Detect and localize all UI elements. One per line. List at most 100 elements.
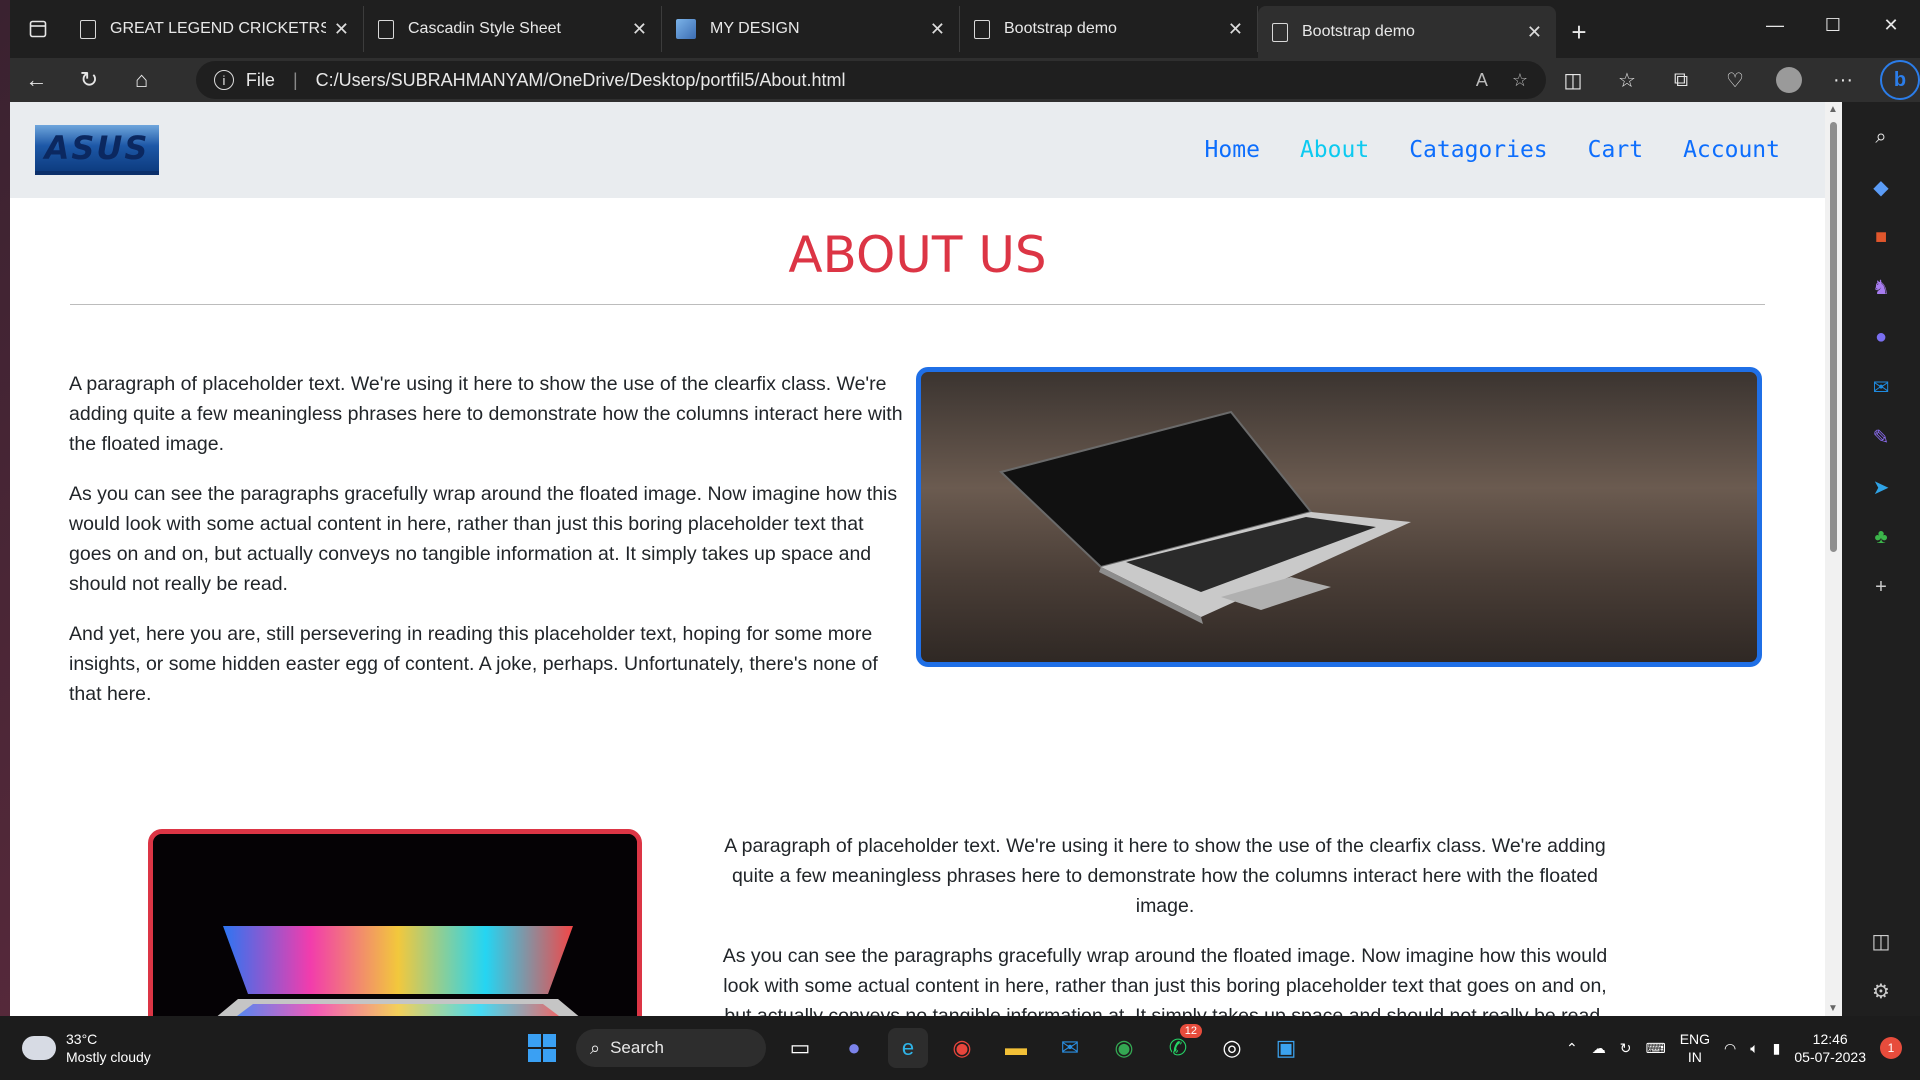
close-icon[interactable]: ✕ xyxy=(930,19,945,40)
shopping-tag-icon[interactable]: ◆ xyxy=(1861,167,1901,207)
taskbar-search[interactable]: ⌕ Search xyxy=(576,1029,766,1067)
language-indicator[interactable]: ENG IN xyxy=(1680,1030,1710,1066)
chrome-icon[interactable]: ◉ xyxy=(942,1028,982,1068)
tab-4-active[interactable]: Bootstrap demo ✕ xyxy=(1258,6,1556,58)
paragraph: A paragraph of placeholder text. We're u… xyxy=(724,835,1606,917)
system-tray: ⌃ ☁ ↻ ⌨ ENG IN ◠ 🔈︎ ▮ 12:46 05-07-2023 1 xyxy=(1566,1016,1902,1080)
add-icon[interactable]: + xyxy=(1861,567,1901,607)
address-bar: ← ↻ ⌂ i File | C:/Users/SUBRAHMANYAM/One… xyxy=(10,58,1920,102)
camera-icon[interactable]: ◎ xyxy=(1212,1028,1252,1068)
tab-bar: GREAT LEGEND CRICKETRS ✕ Cascadin Style … xyxy=(10,0,1920,58)
url-text[interactable]: C:/Users/SUBRAHMANYAM/OneDrive/Desktop/p… xyxy=(316,70,1452,91)
chevron-up-icon[interactable]: ⌃ xyxy=(1566,1040,1578,1057)
home-button[interactable]: ⌂ xyxy=(115,58,168,102)
close-window-button[interactable]: ✕ xyxy=(1862,0,1920,50)
task-view-icon[interactable]: ▭ xyxy=(780,1028,820,1068)
scroll-down-icon[interactable]: ▼ xyxy=(1828,1003,1838,1014)
whatsapp-badge: 12 xyxy=(1179,1024,1202,1038)
brand-logo[interactable]: ASUS xyxy=(35,125,159,175)
tab-title: Cascadin Style Sheet xyxy=(408,20,561,37)
whatsapp-icon[interactable]: ✆ 12 xyxy=(1158,1024,1202,1068)
minimize-button[interactable]: — xyxy=(1746,0,1804,50)
nav-about[interactable]: About xyxy=(1300,137,1369,163)
about-section-2: A paragraph of placeholder text. We're u… xyxy=(10,725,1825,1016)
tools-icon[interactable]: ■ xyxy=(1861,217,1901,257)
windows-logo-icon xyxy=(528,1034,556,1062)
page-icon xyxy=(80,19,96,39)
omnibox[interactable]: i File | C:/Users/SUBRAHMANYAM/OneDrive/… xyxy=(195,61,1546,99)
start-button[interactable] xyxy=(522,1028,562,1068)
read-aloud-icon[interactable]: A xyxy=(1476,70,1488,91)
battery-icon[interactable]: ▮ xyxy=(1773,1040,1781,1057)
laptop-image-silver xyxy=(916,367,1762,667)
edge-icon[interactable]: e xyxy=(888,1028,928,1068)
windows-taskbar: 33°C Mostly cloudy ⌕ Search ▭ ● e ◉ ▬ ✉ … xyxy=(0,1016,1920,1080)
info-icon[interactable]: i xyxy=(213,70,234,90)
tab-3[interactable]: Bootstrap demo ✕ xyxy=(960,6,1258,52)
copilot-icon[interactable]: ● xyxy=(1861,317,1901,357)
scroll-up-icon[interactable]: ▲ xyxy=(1828,104,1838,115)
scheme-label: File xyxy=(245,69,275,90)
notification-badge[interactable]: 1 xyxy=(1880,1037,1902,1059)
teams-chat-icon[interactable]: ● xyxy=(834,1028,874,1068)
onedrive-icon[interactable]: ☁ xyxy=(1592,1040,1606,1057)
nav-home[interactable]: Home xyxy=(1205,137,1260,163)
page-icon xyxy=(1272,22,1288,42)
page-viewport: ASUS Home About Catagories Cart Account … xyxy=(10,102,1825,1016)
split-screen-icon[interactable]: ◫ xyxy=(1546,58,1600,102)
keyboard-icon[interactable]: ⌨ xyxy=(1645,1040,1665,1057)
send-icon[interactable]: ➤ xyxy=(1861,467,1901,507)
close-icon[interactable]: ✕ xyxy=(1228,19,1243,40)
close-icon[interactable]: ✕ xyxy=(334,19,349,40)
bing-chat-icon[interactable]: b xyxy=(1880,60,1920,100)
mail-icon[interactable]: ✉ xyxy=(1050,1028,1090,1068)
back-button[interactable]: ← xyxy=(10,58,63,102)
nav-account[interactable]: Account xyxy=(1683,137,1780,163)
paragraph: As you can see the paragraphs gracefully… xyxy=(722,945,1608,1016)
scrollbar-thumb[interactable] xyxy=(1830,122,1837,552)
page-icon xyxy=(974,19,990,39)
tab-0[interactable]: GREAT LEGEND CRICKETRS ✕ xyxy=(66,6,364,52)
more-menu-icon[interactable]: ··· xyxy=(1816,58,1870,102)
nav-catagories[interactable]: Catagories xyxy=(1409,137,1547,163)
favorites-icon[interactable]: ☆ xyxy=(1600,58,1654,102)
new-tab-button[interactable]: + xyxy=(1556,6,1602,58)
nav-cart[interactable]: Cart xyxy=(1588,137,1643,163)
drop-icon[interactable]: ✎ xyxy=(1861,417,1901,457)
search-label: Search xyxy=(610,1038,664,1057)
photos-icon[interactable]: ▣ xyxy=(1266,1028,1306,1068)
close-icon[interactable]: ✕ xyxy=(632,19,647,40)
refresh-button[interactable]: ↻ xyxy=(63,58,116,102)
volume-icon[interactable]: 🔈︎ xyxy=(1750,1040,1758,1057)
weather-widget[interactable]: 33°C Mostly cloudy xyxy=(22,1028,151,1066)
clock[interactable]: 12:46 05-07-2023 xyxy=(1794,1030,1866,1066)
file-explorer-icon[interactable]: ▬ xyxy=(996,1028,1036,1068)
tree-icon[interactable]: ♣ xyxy=(1861,517,1901,557)
page-title: ABOUT US xyxy=(788,226,1047,284)
about-section-1: A paragraph of placeholder text. We're u… xyxy=(10,305,1825,725)
outlook-icon[interactable]: ✉ xyxy=(1861,367,1901,407)
window-controls: — ☐ ✕ xyxy=(1746,0,1920,50)
search-icon[interactable]: ⌕ xyxy=(1861,117,1901,157)
tab-1[interactable]: Cascadin Style Sheet ✕ xyxy=(364,6,662,52)
profile-avatar[interactable] xyxy=(1776,67,1802,93)
weather-condition: Mostly cloudy xyxy=(66,1049,151,1065)
hide-sidebar-icon[interactable]: ◫ xyxy=(1861,921,1901,961)
clock-date: 05-07-2023 xyxy=(1794,1049,1866,1065)
favorite-star-icon[interactable]: ☆ xyxy=(1512,70,1528,91)
edge-sidebar: ⌕ ◆ ■ ♞ ● ✉ ✎ ➤ ♣ + ◫ ⚙ xyxy=(1842,102,1920,1016)
page-scrollbar[interactable]: ▲ ▼ xyxy=(1825,102,1842,1016)
browser-toolbar: ◫ ☆ ⧉ ♡ ··· b xyxy=(1546,58,1920,102)
tab-actions-button[interactable] xyxy=(10,0,66,58)
wifi-icon[interactable]: ◠ xyxy=(1724,1040,1736,1057)
collections-icon[interactable]: ⧉ xyxy=(1654,58,1708,102)
settings-gear-icon[interactable]: ⚙ xyxy=(1861,971,1901,1011)
tab-2[interactable]: MY DESIGN ✕ xyxy=(662,6,960,52)
sync-icon[interactable]: ↻ xyxy=(1620,1040,1632,1057)
paragraph: As you can see the paragraphs gracefully… xyxy=(69,483,898,595)
games-icon[interactable]: ♞ xyxy=(1861,267,1901,307)
maximize-button[interactable]: ☐ xyxy=(1804,0,1862,50)
browser-essentials-icon[interactable]: ♡ xyxy=(1708,58,1762,102)
chrome-profile-icon[interactable]: ◉ xyxy=(1104,1028,1144,1068)
close-icon[interactable]: ✕ xyxy=(1527,22,1542,43)
